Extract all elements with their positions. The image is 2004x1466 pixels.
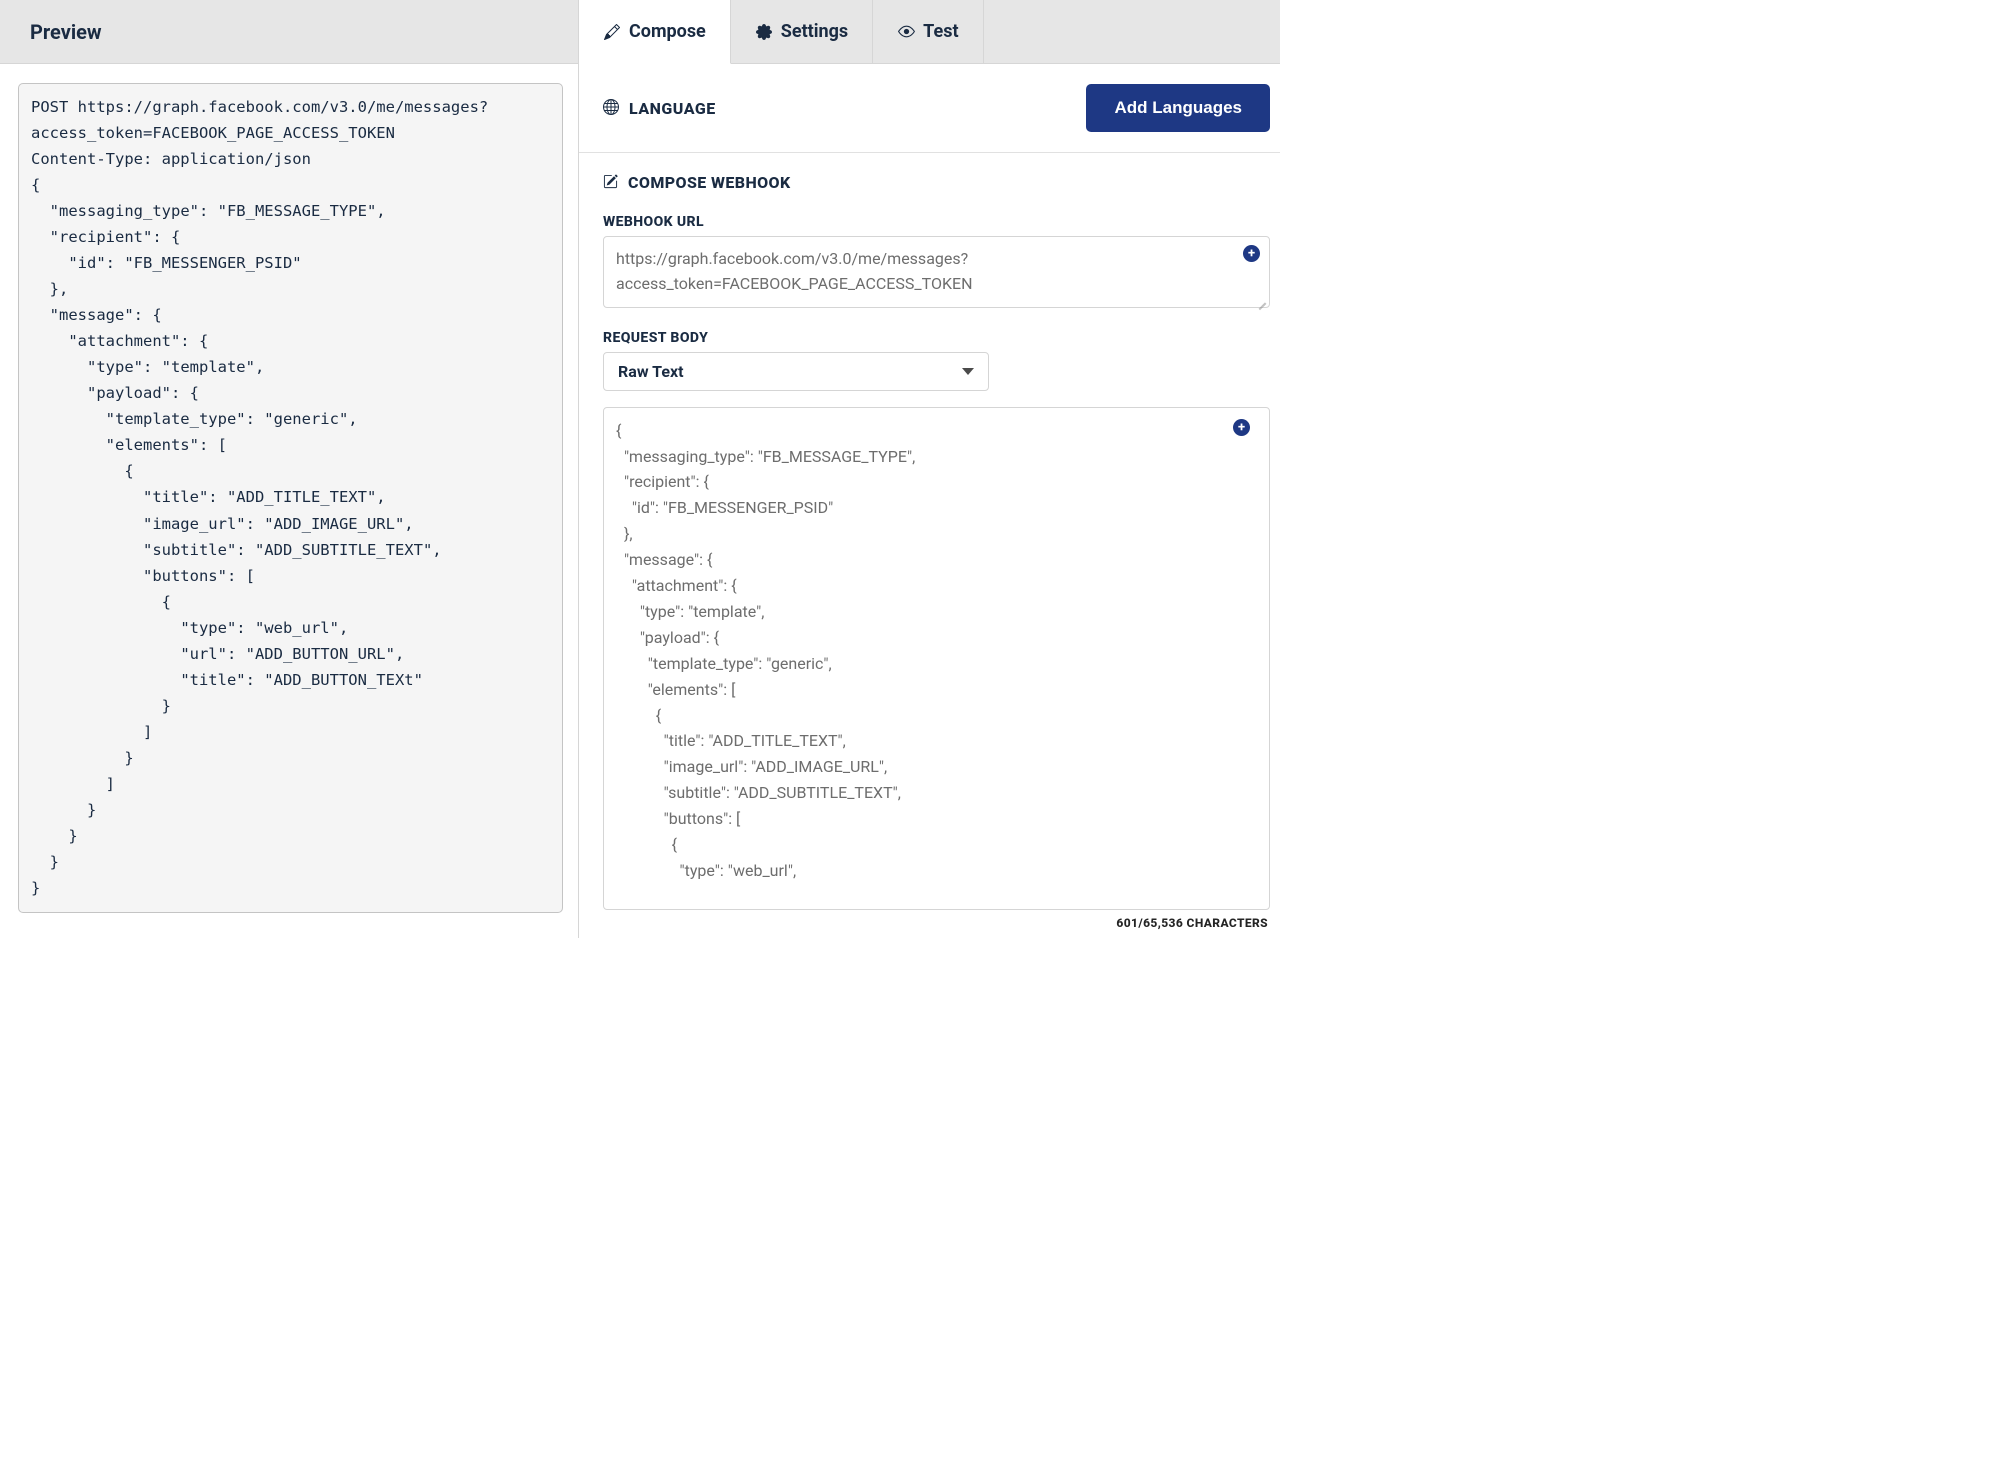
compose-form: COMPOSE WEBHOOK WEBHOOK URL https://grap… [579,153,1280,938]
tab-settings-label: Settings [781,21,848,42]
compose-panel: Compose Settings Test LANGUAGE [578,0,1280,938]
tab-test-label: Test [923,21,958,42]
tab-compose[interactable]: Compose [579,0,731,64]
webhook-url-label: WEBHOOK URL [603,214,1270,230]
edit-square-icon [603,174,620,191]
tabs-bar: Compose Settings Test [579,0,1280,64]
language-label: LANGUAGE [603,99,716,118]
character-count: 601/65,536 CHARACTERS [603,910,1270,930]
compose-section-title-text: COMPOSE WEBHOOK [628,173,791,192]
gear-icon [755,23,773,41]
preview-panel: Preview POST https://graph.facebook.com/… [0,0,578,938]
globe-icon [603,99,621,117]
language-bar: LANGUAGE Add Languages [579,64,1280,153]
eye-icon [897,23,915,41]
add-languages-button[interactable]: Add Languages [1086,84,1270,132]
request-body-label: REQUEST BODY [603,330,1270,346]
chevron-down-icon [962,368,974,375]
plus-icon[interactable]: + [1243,245,1260,262]
webhook-url-input[interactable]: https://graph.facebook.com/v3.0/me/messa… [603,236,1270,308]
tab-compose-label: Compose [629,21,706,42]
preview-code: POST https://graph.facebook.com/v3.0/me/… [18,83,563,913]
preview-header: Preview [0,0,578,64]
tab-settings[interactable]: Settings [731,0,873,63]
preview-title: Preview [30,20,102,44]
request-body-input[interactable] [603,407,1270,910]
plus-icon[interactable]: + [1233,419,1250,436]
tab-test[interactable]: Test [873,0,983,63]
body-format-value: Raw Text [618,362,684,381]
request-body-wrap: + [603,407,1270,910]
webhook-url-field-wrap: https://graph.facebook.com/v3.0/me/messa… [603,236,1270,308]
pencil-icon [603,23,621,41]
language-label-text: LANGUAGE [629,99,716,118]
compose-section-title: COMPOSE WEBHOOK [603,173,1270,192]
body-format-select[interactable]: Raw Text [603,352,989,391]
